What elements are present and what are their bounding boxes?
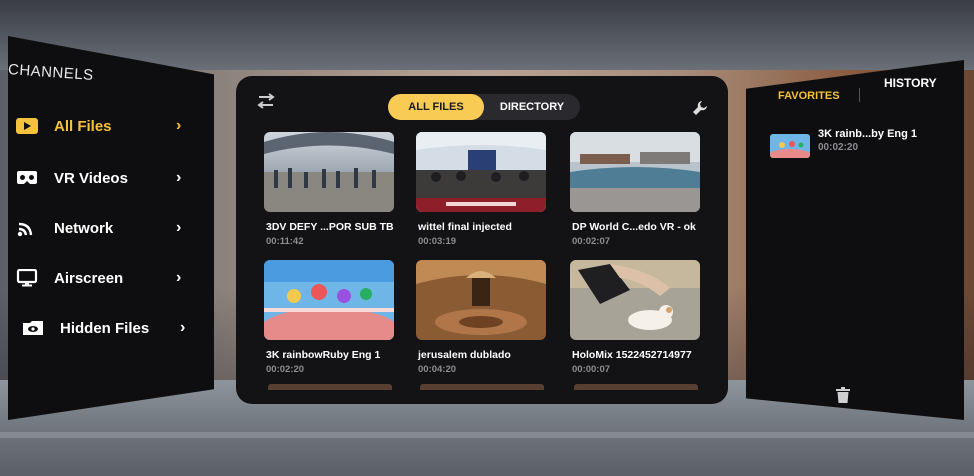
tab-history[interactable]: HISTORY (884, 76, 937, 90)
hidden-eye-icon (20, 317, 46, 339)
favorites-history-panel: FAVORITES HISTORY 3K rainb...by Eng 1 00… (746, 60, 964, 420)
channel-item-vr-videos[interactable]: VR Videos › (8, 158, 198, 198)
file-duration: 00:03:19 (418, 236, 457, 247)
tab-directory[interactable]: DIRECTORY (484, 94, 580, 120)
next-row-peek (268, 384, 392, 390)
video-thumbnail (264, 132, 394, 212)
vr-headset-icon (14, 167, 40, 189)
file-duration: 00:11:42 (266, 236, 304, 247)
file-name: 3DV DEFY ...POR SUB TB (266, 221, 394, 233)
floor-line (0, 432, 974, 438)
file-name: wittel final injected (418, 221, 512, 233)
file-name: 3K rainbowRuby Eng 1 (266, 349, 381, 361)
video-thumbnail (570, 260, 700, 340)
channel-item-airscreen[interactable]: Airscreen › (8, 258, 198, 298)
channels-panel: CHANNELS All Files › VR Videos › Network… (8, 36, 214, 420)
video-thumbnail (264, 260, 394, 340)
wifi-icon (14, 217, 40, 239)
file-duration: 00:04:20 (418, 364, 457, 375)
tab-divider (859, 88, 860, 102)
file-name: HoloMix 1522452714977 (572, 349, 692, 361)
chevron-right-icon: › (176, 169, 182, 186)
file-name: DP World C...edo VR - ok (572, 221, 696, 233)
channel-item-all-files[interactable]: All Files › (8, 106, 198, 146)
file-duration: 00:02:07 (572, 236, 611, 247)
video-thumbnail (770, 134, 810, 158)
channel-item-hidden-files[interactable]: Hidden Files › (8, 308, 198, 348)
channel-item-label: Network (54, 219, 114, 237)
sort-filter-icon[interactable] (256, 92, 276, 115)
wrench-icon[interactable] (692, 100, 708, 121)
view-mode-toggle: ALL FILES DIRECTORY (388, 94, 580, 120)
file-name: jerusalem dublado (418, 349, 511, 361)
channel-item-network[interactable]: Network › (8, 208, 198, 248)
monitor-icon (14, 267, 40, 289)
tab-all-files[interactable]: ALL FILES (388, 94, 484, 120)
video-thumbnail (570, 132, 700, 212)
next-row-peek (420, 384, 544, 390)
trash-icon[interactable] (834, 386, 852, 409)
chevron-right-icon: › (176, 117, 182, 134)
file-browser-panel: ALL FILES DIRECTORY 3DV DEFY ...POR SUB … (236, 76, 728, 404)
channel-item-label: All Files (54, 117, 112, 135)
file-duration: 00:02:20 (266, 364, 305, 375)
channels-title: CHANNELS (7, 61, 95, 84)
environment-ceiling (0, 0, 974, 70)
tab-favorites[interactable]: FAVORITES (778, 90, 840, 102)
chevron-right-icon: › (176, 219, 182, 236)
channel-item-label: VR Videos (54, 169, 128, 187)
video-thumbnail (416, 132, 546, 212)
channel-item-label: Hidden Files (60, 319, 150, 337)
play-icon (14, 115, 40, 137)
video-thumbnail (416, 260, 546, 340)
file-duration: 00:00:07 (572, 364, 611, 375)
chevron-right-icon: › (180, 319, 186, 336)
file-name: 3K rainb...by Eng 1 (818, 128, 918, 140)
next-row-peek (574, 384, 698, 390)
channel-item-label: Airscreen (54, 269, 124, 287)
file-duration: 00:02:20 (818, 142, 859, 153)
chevron-right-icon: › (176, 269, 182, 286)
